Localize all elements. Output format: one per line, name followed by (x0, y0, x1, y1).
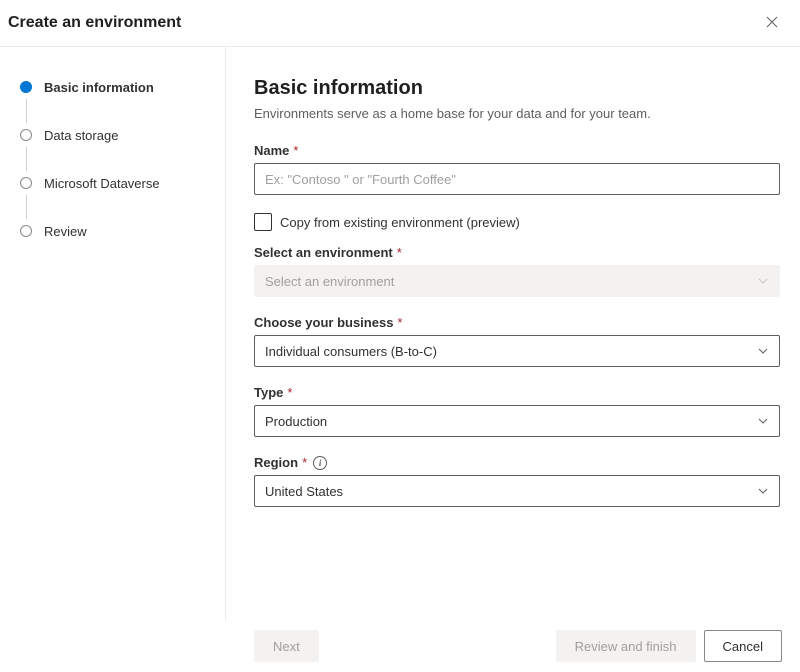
step-bullet-icon (20, 225, 32, 237)
step-label: Data storage (44, 128, 118, 143)
chevron-down-icon (757, 345, 769, 357)
region-label: Region* i (254, 455, 780, 470)
step-microsoft-dataverse[interactable]: Microsoft Dataverse (20, 173, 225, 193)
page-description: Environments serve as a home base for yo… (254, 106, 780, 121)
step-bullet-icon (20, 177, 32, 189)
name-input[interactable] (254, 163, 780, 195)
step-basic-information[interactable]: Basic information (20, 77, 225, 97)
copy-from-existing-label: Copy from existing environment (preview) (280, 215, 520, 230)
step-bullet-active-icon (20, 81, 32, 93)
select-environment-dropdown: Select an environment (254, 265, 780, 297)
wizard-steps: Basic information Data storage Microsoft… (0, 47, 226, 620)
business-dropdown[interactable]: Individual consumers (B-to-C) (254, 335, 780, 367)
copy-from-existing-checkbox[interactable] (254, 213, 272, 231)
review-and-finish-button: Review and finish (556, 630, 696, 662)
region-dropdown[interactable]: United States (254, 475, 780, 507)
step-review[interactable]: Review (20, 221, 225, 241)
name-label: Name* (254, 143, 780, 158)
dialog-title: Create an environment (8, 14, 181, 32)
close-button[interactable] (758, 9, 786, 37)
cancel-button[interactable]: Cancel (704, 630, 782, 662)
close-icon (766, 15, 778, 31)
next-button: Next (254, 630, 319, 662)
step-label: Microsoft Dataverse (44, 176, 160, 191)
step-bullet-icon (20, 129, 32, 141)
select-environment-label: Select an environment* (254, 245, 780, 260)
chevron-down-icon (757, 415, 769, 427)
business-label: Choose your business* (254, 315, 780, 330)
step-label: Basic information (44, 80, 154, 95)
step-label: Review (44, 224, 87, 239)
step-data-storage[interactable]: Data storage (20, 125, 225, 145)
info-icon[interactable]: i (313, 456, 327, 470)
chevron-down-icon (757, 485, 769, 497)
page-title: Basic information (254, 77, 780, 100)
chevron-down-icon (757, 275, 769, 287)
type-label: Type* (254, 385, 780, 400)
type-dropdown[interactable]: Production (254, 405, 780, 437)
